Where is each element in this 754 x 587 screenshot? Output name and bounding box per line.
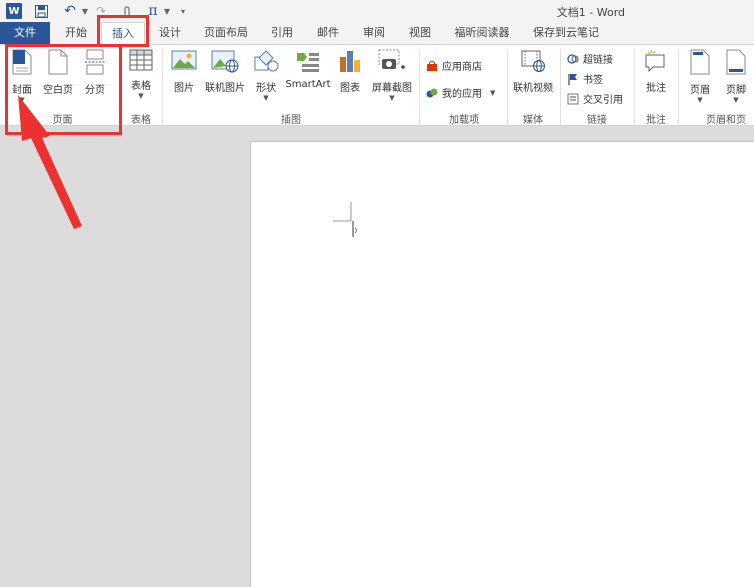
annotation-arrow — [18, 95, 82, 229]
